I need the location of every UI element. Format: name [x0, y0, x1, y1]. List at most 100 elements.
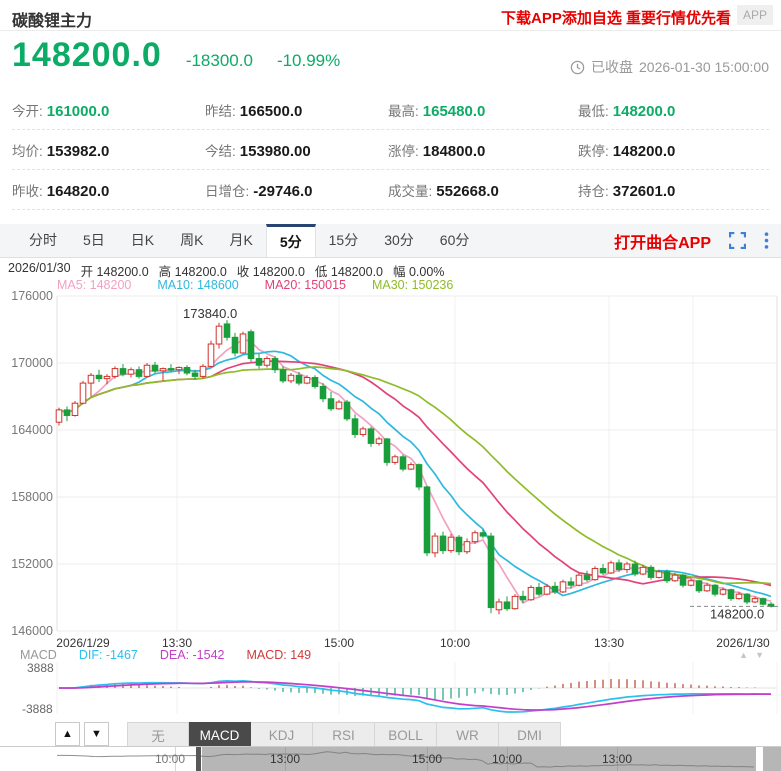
stat-label: 最低:: [578, 104, 609, 119]
stat-value: 165480.0: [423, 103, 486, 120]
macd-scroll-arrows[interactable]: ▲▼: [739, 650, 771, 660]
stat-value: 161000.0: [47, 103, 110, 120]
tab-30分[interactable]: 30分: [371, 224, 427, 257]
period-tabbar: 分时5日日K周K月K5分15分30分60分 打开曲合APP: [0, 224, 781, 258]
price-change: -18300.0: [186, 51, 253, 71]
stat-label: 成交量:: [388, 184, 432, 199]
indicator-tab-无[interactable]: 无: [127, 722, 189, 748]
stat-label: 今开:: [12, 104, 43, 119]
indicator-tabs: 无MACDKDJRSIBOLLWRDMI: [127, 722, 561, 748]
stat-涨停: 涨停: 184800.0: [388, 140, 578, 160]
stat-value: -29746.0: [253, 183, 312, 200]
kline-chart[interactable]: 1760001700001640001580001520001460001738…: [0, 288, 781, 640]
navigator-time-label: 13:00: [602, 752, 632, 766]
indicator-tab-MACD[interactable]: MACD: [189, 722, 251, 748]
time-navigator[interactable]: 10:00 13:00 15:00 10:00 13:00: [0, 746, 781, 771]
tab-周K[interactable]: 周K: [167, 224, 216, 257]
price-panel: 148200.0 -18300.0 -10.99%: [12, 36, 340, 75]
market-status: 已收盘 2026-01-30 15:00:00: [570, 57, 769, 77]
stat-日增仓: 日增仓: -29746.0: [205, 180, 388, 200]
up-triangle-icon[interactable]: ▲: [739, 650, 755, 660]
indicator-tab-WR[interactable]: WR: [437, 722, 499, 748]
tabbar-spacer: [0, 224, 16, 257]
down-triangle-icon[interactable]: ▼: [755, 650, 771, 660]
stats-row: 昨收: 164820.0 日增仓: -29746.0 成交量: 552668.0 持仓: 37…: [12, 170, 769, 210]
stats-row: 今开: 161000.0 昨结:166500.0最高: 165480.0 最低: 1482…: [12, 90, 769, 130]
stats-row: 均价: 153982.0 今结: 153980.00 涨停: 184800.0 跌停: 148…: [12, 130, 769, 170]
svg-text:152000: 152000: [11, 557, 53, 571]
navigator-drag-handle[interactable]: [196, 747, 201, 771]
indicator-tab-KDJ[interactable]: KDJ: [251, 722, 313, 748]
stat-value: 552668.0: [436, 183, 499, 200]
collapse-up-button[interactable]: ▲: [55, 722, 80, 746]
indicator-tab-RSI[interactable]: RSI: [313, 722, 375, 748]
collapse-down-button[interactable]: ▼: [84, 722, 109, 746]
stat-label: 昨收:: [12, 184, 43, 199]
status-label: 已收盘: [591, 57, 633, 77]
stat-最高: 最高: 165480.0: [388, 100, 578, 120]
last-price: 148200.0: [12, 36, 162, 75]
stat-value: 148200.0: [613, 103, 676, 120]
close-datetime: 2026-01-30 15:00:00: [639, 59, 769, 75]
stat-今结: 今结: 153980.00: [205, 140, 388, 160]
indicator-tab-BOLL[interactable]: BOLL: [375, 722, 437, 748]
stat-label: 日增仓:: [205, 184, 249, 199]
tab-5日[interactable]: 5日: [70, 224, 118, 257]
stat-成交量: 成交量: 552668.0: [388, 180, 578, 200]
navigator-time-label: 10:00: [492, 752, 522, 766]
stat-昨收: 昨收: 164820.0: [12, 180, 205, 200]
navigator-right-block[interactable]: [763, 747, 781, 771]
tabbar-right: 打开曲合APP: [614, 224, 781, 257]
x-tick: 2026/1/30: [716, 636, 769, 650]
stat-value: 184800.0: [423, 143, 486, 160]
stat-label: 跌停:: [578, 144, 609, 159]
price-change-percent: -10.99%: [277, 51, 340, 71]
svg-text:176000: 176000: [11, 289, 53, 303]
tab-15分[interactable]: 15分: [316, 224, 372, 257]
tab-分时[interactable]: 分时: [16, 224, 70, 257]
tab-月K[interactable]: 月K: [216, 224, 265, 257]
macd-chart[interactable]: [0, 660, 781, 716]
app-badge[interactable]: APP: [737, 5, 773, 25]
navigator-time-label: 13:00: [270, 752, 300, 766]
stats-grid: 今开: 161000.0 昨结:166500.0最高: 165480.0 最低: 1482…: [12, 90, 769, 210]
stat-昨结: 昨结:166500.0: [205, 100, 388, 120]
x-tick: 15:00: [324, 636, 354, 650]
stat-value: 153982.0: [47, 143, 110, 160]
indicator-tabbar: ▲ ▼ 无MACDKDJRSIBOLLWRDMI: [0, 722, 781, 748]
stat-label: 涨停:: [388, 144, 419, 159]
navigator-time-label: 10:00: [155, 752, 185, 766]
svg-text:148200.0: 148200.0: [710, 606, 764, 621]
download-app-link[interactable]: 下载APP添加自选 重要行情优先看: [501, 7, 731, 28]
app-header: 碳酸锂主力 下载APP添加自选 重要行情优先看 APP: [0, 0, 781, 31]
x-tick: 13:30: [594, 636, 624, 650]
svg-text:164000: 164000: [11, 423, 53, 437]
stat-value: 372601.0: [613, 183, 676, 200]
navigator-time-label: 15:00: [412, 752, 442, 766]
tab-60分[interactable]: 60分: [427, 224, 483, 257]
stat-label: 均价:: [12, 144, 43, 159]
stat-value: 148200.0: [613, 143, 676, 160]
stat-label: 最高:: [388, 104, 419, 119]
x-tick: 10:00: [440, 636, 470, 650]
open-app-link[interactable]: 打开曲合APP: [614, 229, 711, 253]
tab-5分[interactable]: 5分: [266, 224, 316, 257]
indicator-tab-DMI[interactable]: DMI: [499, 722, 561, 748]
stat-最低: 最低: 148200.0: [578, 100, 769, 120]
stat-持仓: 持仓: 372601.0: [578, 180, 769, 200]
stat-均价: 均价: 153982.0: [12, 140, 205, 160]
stat-跌停: 跌停: 148200.0: [578, 140, 769, 160]
stat-label: 昨结:: [205, 104, 236, 119]
kebab-menu-icon[interactable]: [764, 232, 769, 249]
stat-value: 153980.00: [240, 143, 311, 160]
svg-text:173840.0: 173840.0: [183, 306, 237, 321]
stat-label: 持仓:: [578, 184, 609, 199]
clock-icon: [570, 60, 585, 75]
fullscreen-icon[interactable]: [729, 232, 746, 249]
svg-text:170000: 170000: [11, 356, 53, 370]
stat-value: 164820.0: [47, 183, 110, 200]
svg-text:158000: 158000: [11, 490, 53, 504]
stat-label: 今结:: [205, 144, 236, 159]
tab-日K[interactable]: 日K: [118, 224, 167, 257]
contract-title: 碳酸锂主力: [12, 7, 92, 31]
